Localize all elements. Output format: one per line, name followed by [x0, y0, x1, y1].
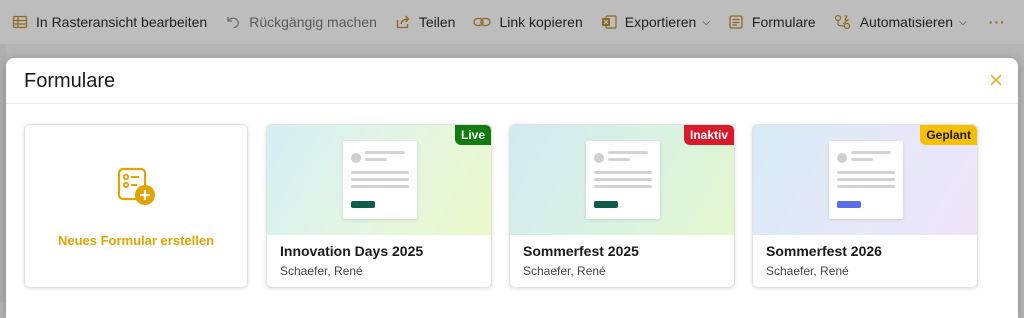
- form-card-sommerfest-2025[interactable]: Inaktiv Sommerfest 2025 Schaefer, René: [509, 124, 735, 288]
- grid-icon: [12, 15, 28, 29]
- more-icon: ···: [988, 14, 1006, 30]
- form-thumbnail: Geplant: [753, 125, 977, 235]
- edit-grid-view-button[interactable]: In Rasteransicht bearbeiten: [12, 0, 207, 44]
- new-form-card[interactable]: Neues Formular erstellen: [24, 124, 248, 288]
- copy-link-button[interactable]: Link kopieren: [473, 0, 583, 44]
- forms-button[interactable]: Formulare: [728, 0, 816, 44]
- automate-icon: [834, 14, 850, 30]
- edit-grid-view-label: In Rasteransicht bearbeiten: [36, 14, 208, 30]
- status-badge: Geplant: [920, 125, 977, 145]
- close-button[interactable]: [986, 70, 1006, 90]
- status-badge: Inaktiv: [683, 125, 734, 145]
- form-card-innovation-days-2025[interactable]: Live Innovation Days 2025 Schaefer, René: [266, 124, 492, 288]
- link-icon: [473, 17, 492, 27]
- forms-label: Formulare: [751, 14, 816, 30]
- more-options-button[interactable]: ···: [989, 0, 1006, 44]
- chevron-down-icon: ⌵: [702, 16, 710, 28]
- automate-label: Automatisieren: [859, 14, 954, 30]
- share-icon: [396, 15, 410, 29]
- form-title: Sommerfest 2026: [766, 243, 882, 259]
- form-owner: Schaefer, René: [280, 264, 363, 278]
- share-button[interactable]: Teilen: [395, 0, 456, 44]
- form-owner: Schaefer, René: [766, 264, 849, 278]
- export-label: Exportieren: [624, 14, 697, 30]
- dialog-title: Formulare: [24, 70, 116, 92]
- chevron-down-icon: ⌵: [959, 16, 967, 28]
- form-thumbnail: Inaktiv: [510, 125, 734, 235]
- status-badge: Live: [454, 125, 491, 145]
- form-title: Innovation Days 2025: [280, 243, 424, 259]
- automate-button[interactable]: Automatisieren ⌵: [834, 0, 967, 44]
- copy-link-label: Link kopieren: [499, 14, 583, 30]
- form-preview: [829, 141, 903, 219]
- undo-button[interactable]: Rückgängig machen: [225, 0, 377, 44]
- undo-label: Rückgängig machen: [249, 14, 377, 30]
- form-owner: Schaefer, René: [523, 264, 606, 278]
- undo-icon: [227, 17, 240, 29]
- forms-dialog: Formulare Neues Formular erstellen Live …: [6, 58, 1018, 318]
- form-thumbnail: Live: [267, 125, 491, 235]
- form-title: Sommerfest 2025: [523, 243, 639, 259]
- export-button[interactable]: Exportieren ⌵: [601, 0, 710, 44]
- form-preview: [586, 141, 660, 219]
- command-bar: In Rasteransicht bearbeiten Rückgängig m…: [0, 0, 1024, 44]
- dialog-header: Formulare: [6, 58, 1018, 104]
- form-icon: [729, 15, 743, 29]
- share-label: Teilen: [418, 14, 456, 30]
- excel-icon: [601, 15, 617, 29]
- form-preview-submit: [351, 201, 375, 208]
- form-card-sommerfest-2026[interactable]: Geplant Sommerfest 2026 Schaefer, René: [752, 124, 978, 288]
- close-icon: [990, 74, 1002, 86]
- new-form-label: Neues Formular erstellen: [57, 233, 215, 248]
- form-preview-submit: [837, 201, 861, 208]
- form-preview: [343, 141, 417, 219]
- form-preview-submit: [594, 201, 618, 208]
- new-form-icon: [115, 165, 159, 214]
